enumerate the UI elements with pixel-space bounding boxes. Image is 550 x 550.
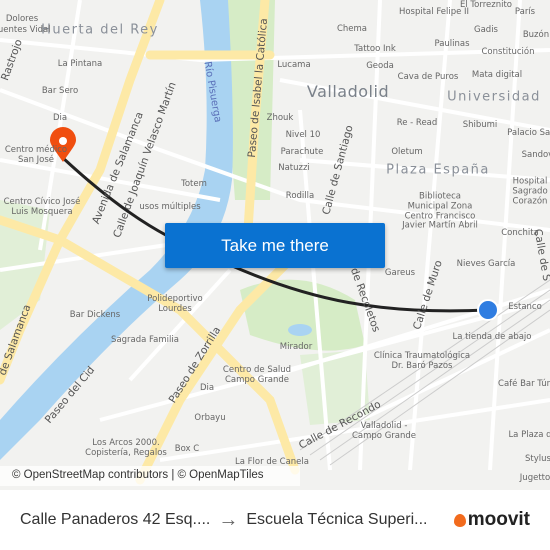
poi-label: Conchita [501,228,539,239]
area-label: Plaza España [386,162,490,178]
poi-label: Hospital Felipe II [398,7,470,18]
brand-name: moovit [467,509,530,530]
origin-label: Calle Panaderos 42 Esq.... [20,511,211,528]
poi-label: Mata digital [471,70,523,81]
poi-label: Nieves García [456,259,516,270]
poi-label: Box C [174,444,200,455]
destination-label: Escuela Técnica Superi... [246,511,428,528]
poi-label: Rodilla [285,191,315,202]
poi-label: Parachute [280,147,324,158]
moovit-logo[interactable]: moovit [453,509,530,531]
poi-label: Estanco [508,302,542,313]
poi-label: La Plaza d [508,430,550,441]
poi-label: Gadis [474,25,498,36]
pond [288,324,312,336]
poi-label: Oletum [391,147,423,158]
poi-label: Chema [336,24,368,35]
poi-label: Los Arcos 2000. Copistería, Regalos [85,438,167,458]
poi-label: Bar Sero [41,86,79,97]
poi-label: Hospital Sagrado Corazón [512,176,548,206]
area-label: Universidad [447,89,541,105]
poi-label: Biblioteca Municipal Zona Centro Francis… [402,191,478,231]
poi-label: Centro médico San José [4,145,68,165]
poi-label: Jugetto [519,473,550,484]
poi-label: Dolores [5,14,39,25]
poi-label: Cava de Puros [397,72,459,83]
poi-label: La tienda de abajo [452,332,532,343]
poi-label: usos múltiples [139,202,201,213]
poi-label: Re - Read [396,118,438,129]
poi-label: Nivel 10 [285,130,321,141]
poi-label: Shibumi [462,120,498,131]
poi-label: Zhouk [266,113,294,124]
city-label: Valladolid [306,81,390,101]
poi-label: Valladolid - Campo Grande [351,421,417,441]
poi-label: Centro Cívico José Luis Mosquera [3,197,81,217]
poi-label: Tattoo Ink [354,44,396,55]
arrow-right-icon: → [218,508,239,531]
poi-label: Orbayu [194,413,226,424]
poi-label: Buzón d [522,30,550,41]
map-attribution[interactable]: © OpenStreetMap contributors | © OpenMap… [0,466,300,486]
take-me-there-button[interactable]: Take me there [165,223,385,268]
poi-label: Mirador [279,342,313,353]
poi-label: Stylus [525,454,550,465]
poi-label: Constitución [481,47,535,58]
poi-label: Sagrada Familia [111,335,179,346]
poi-label: El Torreznito [459,0,513,11]
poi-label: Clínica Traumatológica Dr. Baró Pazos [373,351,471,371]
poi-label: Café Bar Tún [498,379,550,390]
poi-label: Natuzzi [278,163,310,174]
poi-label: Polideportivo Lourdes [147,294,203,314]
area-label: Huerta del Rey [41,22,159,38]
poi-label: Lucama [277,60,311,71]
poi-label: Bar Dickens [69,310,121,321]
poi-label: Dia [199,383,215,394]
poi-label: Centro de Salud Campo Grande [222,365,292,385]
poi-label: París [514,7,536,18]
moovit-logo-icon [453,513,466,527]
poi-label: Paulinas [434,39,470,50]
poi-label: Geoda [366,61,394,72]
poi-label: Fuentes Vidal [0,25,51,36]
poi-label: La Pintana [57,59,103,70]
poi-label: Dia [52,113,68,124]
poi-label: Palacio Santa C [507,128,550,139]
poi-label: Gareus [384,268,416,279]
poi-label: Totem [181,179,207,190]
map[interactable]: Huerta del Rey Valladolid Universidad Pl… [0,0,550,490]
route-footer: Calle Panaderos 42 Esq.... → Escuela Téc… [0,490,550,550]
poi-label: Sandova [521,150,550,161]
destination-dot-icon[interactable] [477,299,499,321]
